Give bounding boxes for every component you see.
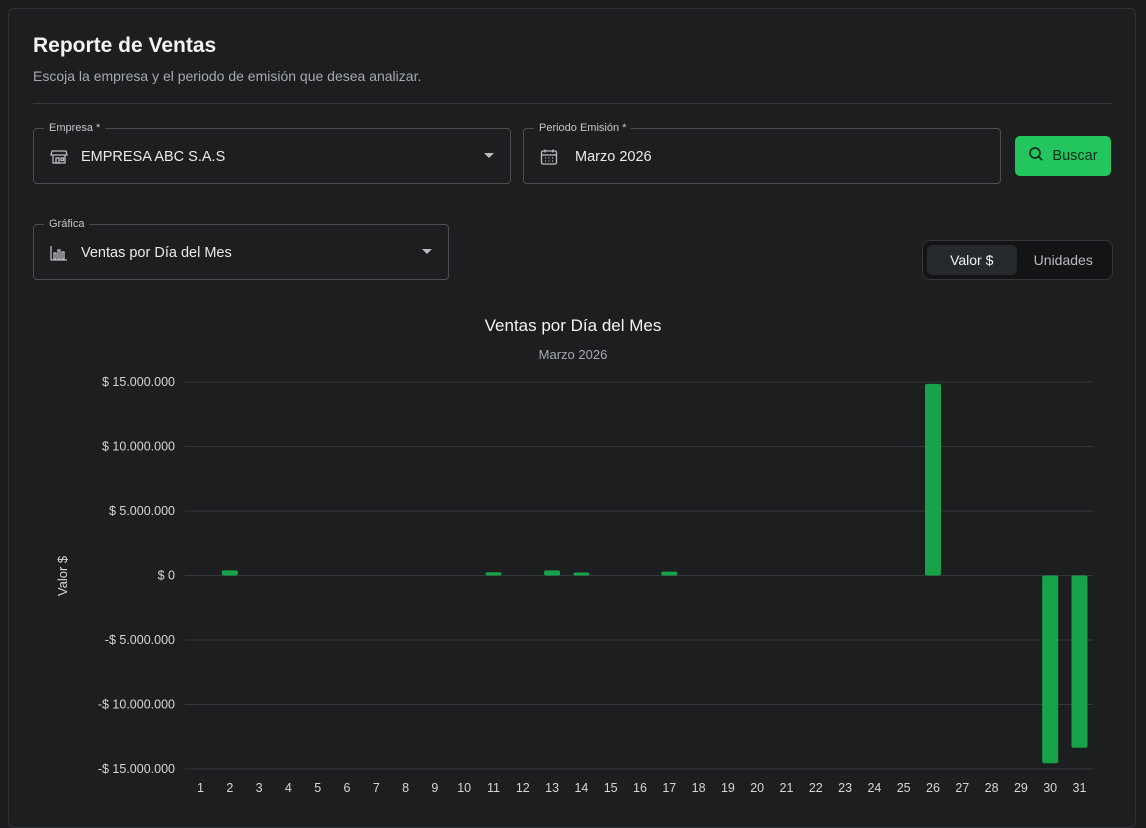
x-tick-label: 14 xyxy=(574,781,588,795)
bar-day-30 xyxy=(1042,575,1059,764)
y-tick-label: -$ 15.000.000 xyxy=(98,762,175,776)
x-tick-label: 1 xyxy=(197,781,204,795)
x-tick-label: 5 xyxy=(314,781,321,795)
x-tick-label: 4 xyxy=(285,781,292,795)
y-tick-label: -$ 10.000.000 xyxy=(98,698,175,712)
x-tick-label: 29 xyxy=(1014,781,1028,795)
x-tick-label: 6 xyxy=(344,781,351,795)
y-tick-label: $ 10.000.000 xyxy=(102,440,175,454)
x-tick-label: 21 xyxy=(780,781,794,795)
x-tick-label: 16 xyxy=(633,781,647,795)
y-tick-label: $ 0 xyxy=(158,569,175,583)
bar-day-31 xyxy=(1071,575,1088,748)
x-tick-label: 28 xyxy=(985,781,999,795)
bar-day-13 xyxy=(544,570,561,576)
x-tick-label: 3 xyxy=(256,781,263,795)
x-tick-label: 8 xyxy=(402,781,409,795)
bar-day-26 xyxy=(925,383,941,576)
y-tick-label: -$ 5.000.000 xyxy=(105,633,175,647)
x-tick-label: 22 xyxy=(809,781,823,795)
sales-bar-chart: $ 15.000.000 $ 10.000.000 $ 5.000.000 $ 0 -$… xyxy=(55,375,1093,795)
bar-day-17 xyxy=(661,571,678,576)
bar-day-14 xyxy=(573,572,590,576)
x-tick-label: 13 xyxy=(545,781,559,795)
x-tick-label: 20 xyxy=(750,781,764,795)
x-tick-label: 24 xyxy=(867,781,881,795)
bar-day-2 xyxy=(221,570,238,576)
y-tick-label: $ 5.000.000 xyxy=(109,504,175,518)
x-tick-label: 2 xyxy=(226,781,233,795)
x-tick-label: 9 xyxy=(431,781,438,795)
x-tick-label: 30 xyxy=(1043,781,1057,795)
x-tick-label: 15 xyxy=(604,781,618,795)
x-tick-label: 12 xyxy=(516,781,530,795)
x-tick-label: 17 xyxy=(662,781,676,795)
x-tick-label: 11 xyxy=(487,781,500,795)
bar-day-11 xyxy=(485,572,502,576)
x-tick-label: 27 xyxy=(955,781,969,795)
x-tick-label: 7 xyxy=(373,781,380,795)
x-tick-label: 19 xyxy=(721,781,735,795)
x-tick-label: 10 xyxy=(457,781,471,795)
y-axis-label: Valor $ xyxy=(55,555,70,596)
x-tick-label: 31 xyxy=(1073,781,1087,795)
x-tick-label: 26 xyxy=(926,781,940,795)
x-tick-label: 18 xyxy=(692,781,706,795)
x-tick-label: 23 xyxy=(838,781,852,795)
x-tick-label: 25 xyxy=(897,781,911,795)
y-tick-label: $ 15.000.000 xyxy=(102,375,175,389)
